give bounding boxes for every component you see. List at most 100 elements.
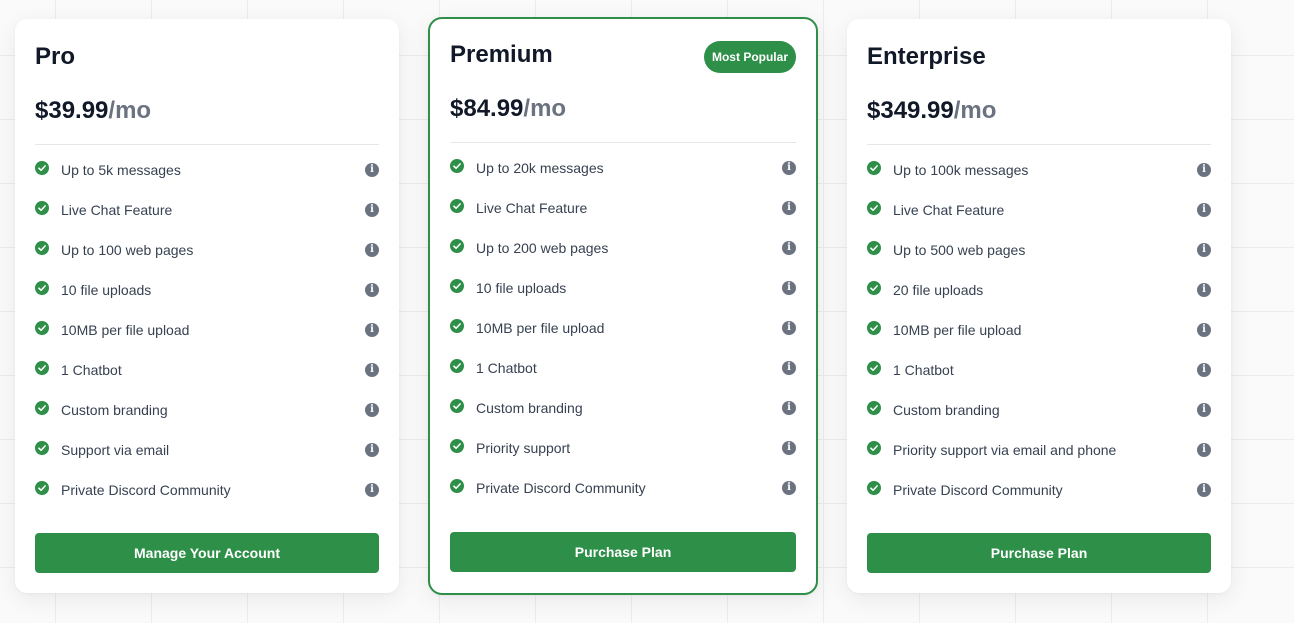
feature-label: Private Discord Community (476, 480, 646, 496)
feature-label: 10MB per file upload (61, 322, 190, 338)
feature-item: Custom branding i (867, 399, 1211, 439)
info-icon[interactable]: i (365, 203, 379, 217)
check-circle-icon (867, 201, 881, 215)
info-icon[interactable]: i (782, 201, 796, 215)
feature-label: Custom branding (476, 400, 583, 416)
info-icon[interactable]: i (1197, 403, 1211, 417)
most-popular-badge: Most Popular (703, 41, 796, 73)
feature-label: Up to 500 web pages (893, 242, 1026, 258)
info-icon[interactable]: i (1197, 363, 1211, 377)
feature-label: Live Chat Feature (893, 202, 1005, 218)
feature-label: Up to 100 web pages (61, 242, 194, 258)
feature-label: 10MB per file upload (476, 320, 605, 336)
info-icon[interactable]: i (782, 361, 796, 375)
info-icon[interactable]: i (365, 363, 379, 377)
info-icon[interactable]: i (782, 281, 796, 295)
feature-label: Up to 100k messages (893, 162, 1029, 178)
feature-label: Private Discord Community (61, 482, 231, 498)
feature-label: Live Chat Feature (61, 202, 173, 218)
feature-item: 1 Chatbot i (450, 357, 796, 397)
feature-item: Up to 20k messages i (450, 157, 796, 197)
feature-item: Private Discord Community i (450, 477, 796, 517)
feature-item: 10MB per file upload i (35, 319, 379, 359)
price-amount: $39.99 (35, 97, 109, 124)
info-icon[interactable]: i (1197, 483, 1211, 497)
feature-label: 10MB per file upload (893, 322, 1022, 338)
plan-price: $39.99/mo (35, 97, 151, 125)
check-circle-icon (35, 441, 49, 455)
purchase-plan-button[interactable]: Purchase Plan (867, 533, 1211, 573)
feature-label: 10 file uploads (476, 280, 567, 296)
info-icon[interactable]: i (1197, 443, 1211, 457)
feature-item: 20 file uploads i (867, 279, 1211, 319)
feature-item: Live Chat Feature i (867, 199, 1211, 239)
check-circle-icon (35, 481, 49, 495)
check-circle-icon (35, 201, 49, 215)
manage-account-button[interactable]: Manage Your Account (35, 533, 379, 573)
info-icon[interactable]: i (1197, 283, 1211, 297)
info-icon[interactable]: i (782, 241, 796, 255)
feature-item: Private Discord Community i (867, 479, 1211, 519)
price-amount: $84.99 (450, 95, 524, 122)
plan-card-pro: Pro $39.99/mo Up to 5k messages i Live Cha… (15, 19, 399, 593)
info-icon[interactable]: i (365, 483, 379, 497)
feature-label: Up to 200 web pages (476, 240, 609, 256)
price-period: /mo (953, 97, 997, 124)
check-circle-icon (450, 199, 464, 213)
feature-item: Custom branding i (450, 397, 796, 437)
price-amount: $349.99 (867, 97, 954, 124)
feature-label: Custom branding (893, 402, 1000, 418)
feature-item: Custom branding i (35, 399, 379, 439)
feature-item: 10 file uploads i (450, 277, 796, 317)
info-icon[interactable]: i (365, 323, 379, 337)
info-icon[interactable]: i (365, 163, 379, 177)
info-icon[interactable]: i (365, 443, 379, 457)
info-icon[interactable]: i (782, 401, 796, 415)
feature-item: 10MB per file upload i (450, 317, 796, 357)
feature-label: Priority support via email and phone (893, 442, 1117, 458)
feature-list: Up to 5k messages i Live Chat Feature i Up t… (35, 159, 379, 519)
info-icon[interactable]: i (365, 403, 379, 417)
check-circle-icon (450, 279, 464, 293)
feature-item: Up to 500 web pages i (867, 239, 1211, 279)
check-circle-icon (867, 241, 881, 255)
feature-label: Live Chat Feature (476, 200, 588, 216)
check-circle-icon (35, 161, 49, 175)
feature-item: Up to 100k messages i (867, 159, 1211, 199)
purchase-plan-button[interactable]: Purchase Plan (450, 532, 796, 572)
divider (867, 144, 1211, 145)
check-circle-icon (450, 319, 464, 333)
feature-label: Up to 20k messages (476, 160, 604, 176)
feature-label: 20 file uploads (893, 282, 984, 298)
info-icon[interactable]: i (1197, 243, 1211, 257)
plan-card-enterprise: Enterprise $349.99/mo Up to 100k message… (847, 19, 1231, 593)
feature-label: Custom branding (61, 402, 168, 418)
feature-item: Priority support i (450, 437, 796, 477)
info-icon[interactable]: i (1197, 323, 1211, 337)
check-circle-icon (867, 441, 881, 455)
check-circle-icon (450, 239, 464, 253)
feature-item: Live Chat Feature i (450, 197, 796, 237)
info-icon[interactable]: i (782, 481, 796, 495)
info-icon[interactable]: i (365, 243, 379, 257)
feature-label: 1 Chatbot (476, 360, 537, 376)
feature-item: 10MB per file upload i (867, 319, 1211, 359)
info-icon[interactable]: i (1197, 163, 1211, 177)
check-circle-icon (450, 479, 464, 493)
feature-item: Up to 100 web pages i (35, 239, 379, 279)
check-circle-icon (450, 439, 464, 453)
info-icon[interactable]: i (782, 441, 796, 455)
info-icon[interactable]: i (782, 321, 796, 335)
check-circle-icon (867, 361, 881, 375)
feature-item: 1 Chatbot i (35, 359, 379, 399)
info-icon[interactable]: i (365, 283, 379, 297)
check-circle-icon (35, 361, 49, 375)
check-circle-icon (450, 399, 464, 413)
price-period: /mo (108, 97, 152, 124)
feature-label: 10 file uploads (61, 282, 152, 298)
info-icon[interactable]: i (1197, 203, 1211, 217)
check-circle-icon (867, 161, 881, 175)
feature-list: Up to 20k messages i Live Chat Feature i Up … (450, 157, 796, 517)
info-icon[interactable]: i (782, 161, 796, 175)
plan-name: Pro (35, 43, 76, 70)
